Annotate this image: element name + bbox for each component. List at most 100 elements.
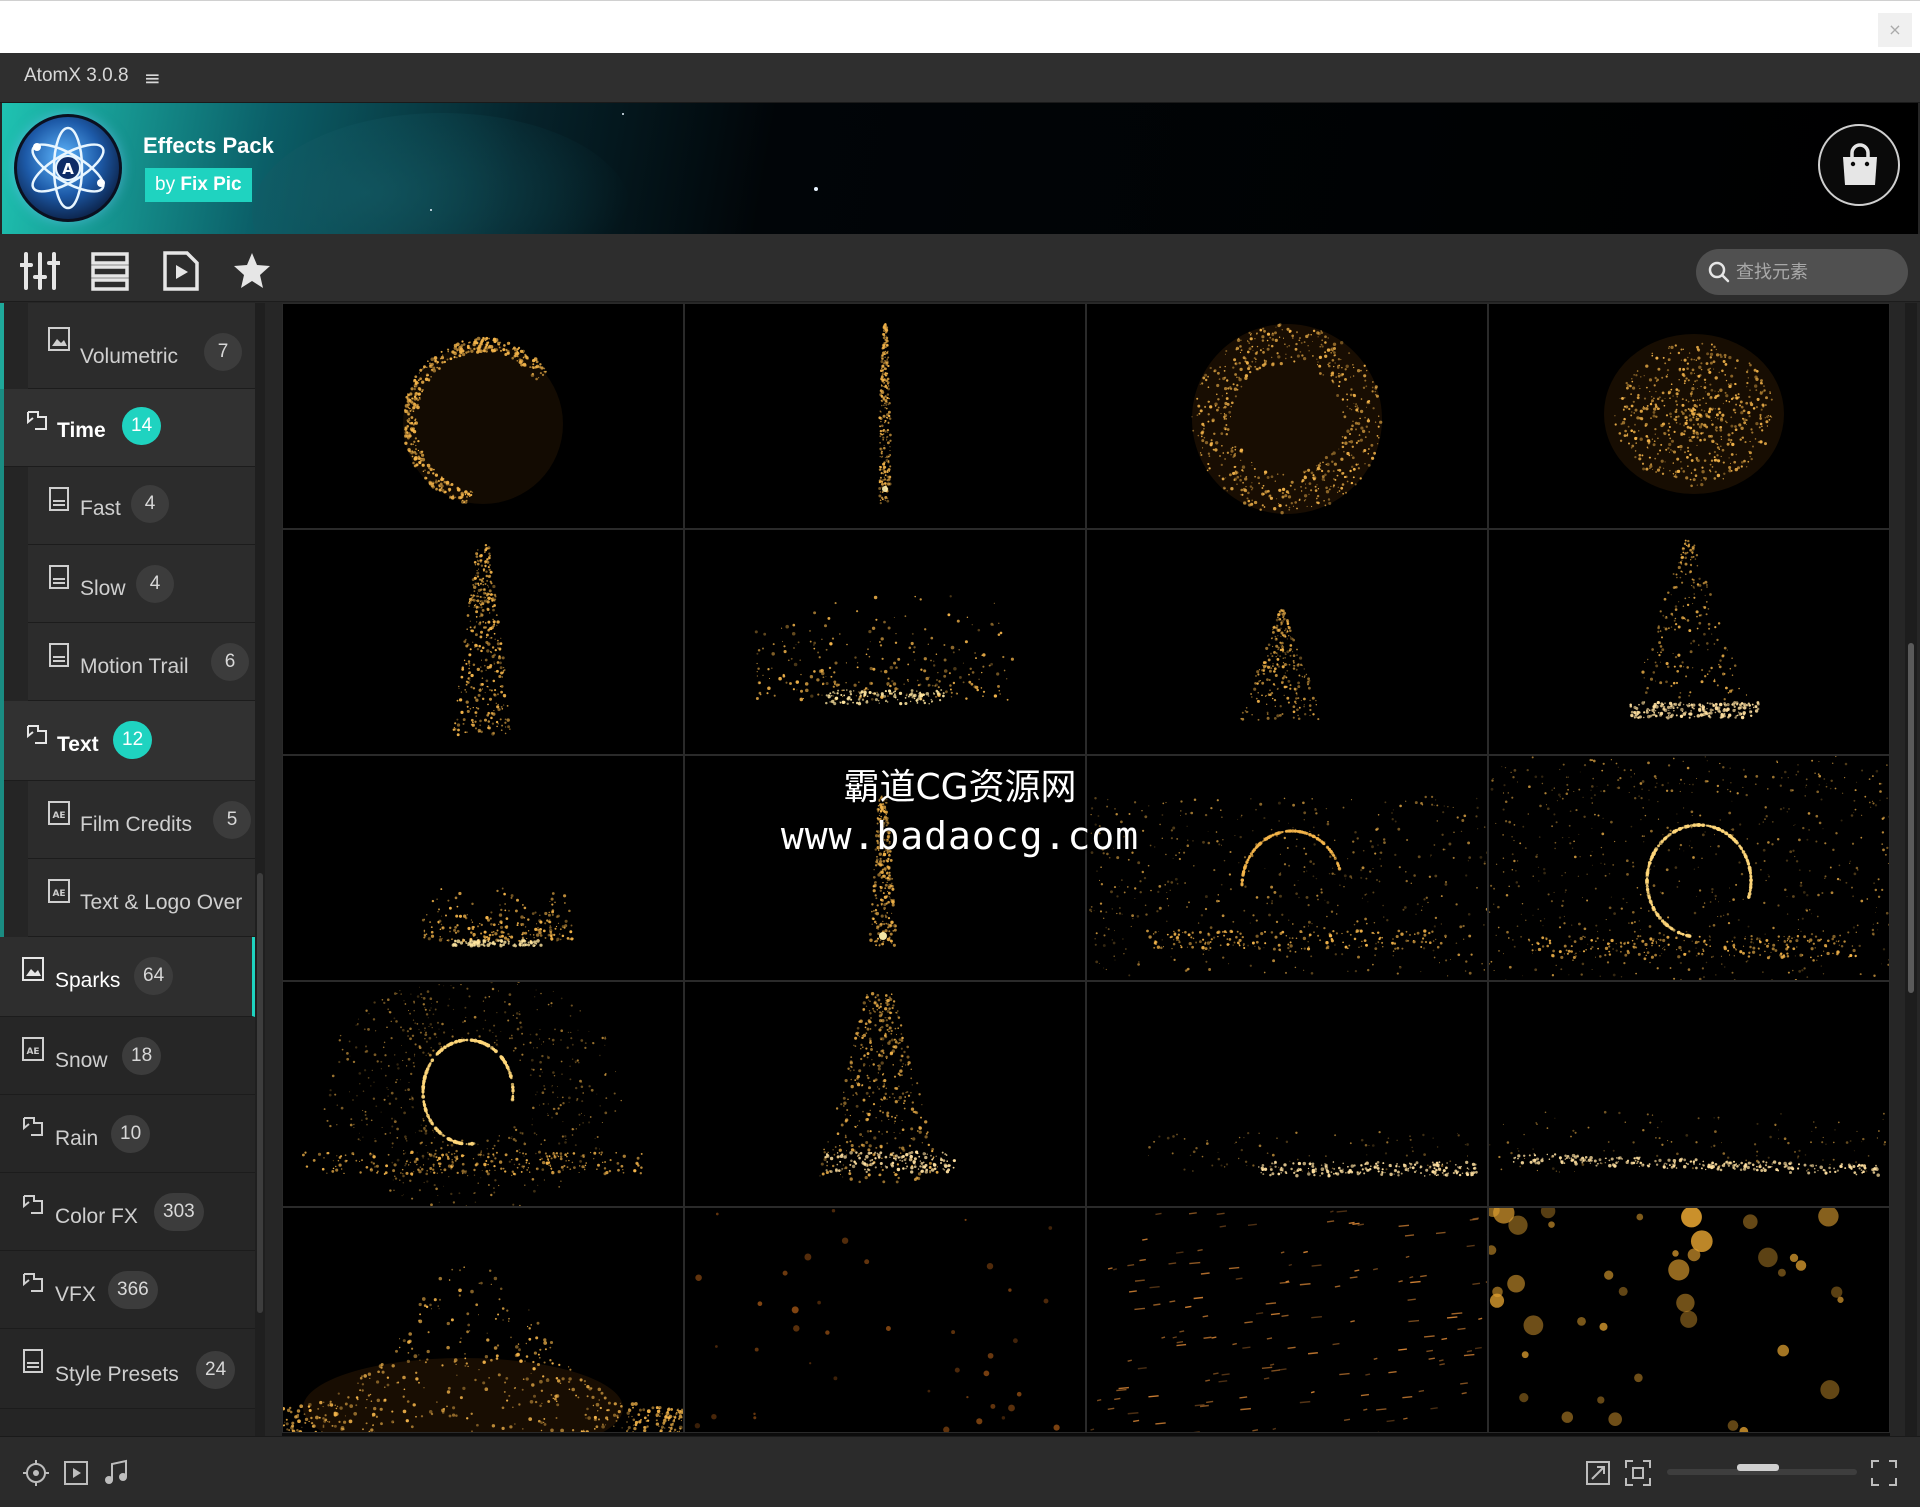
- thumbnail-size-slider[interactable]: [1667, 1464, 1857, 1475]
- bottom-status-bar: [0, 1436, 1920, 1507]
- title-bar: AtomX 3.0.8 ≡: [0, 53, 1920, 103]
- video-file-icon[interactable]: [161, 251, 201, 291]
- effect-thumbnail-spark-ground-streak-long[interactable]: [1488, 981, 1890, 1207]
- list-view-icon[interactable]: [90, 251, 130, 291]
- window-close-button[interactable]: ×: [1878, 13, 1912, 47]
- fit-screen-icon[interactable]: [1624, 1459, 1652, 1487]
- count-badge: 366: [108, 1271, 158, 1309]
- sidebar-item-text[interactable]: Text 12: [4, 701, 255, 781]
- ae-file-icon: AE: [22, 1037, 44, 1061]
- sidebar-item-sparks[interactable]: Sparks 64: [0, 937, 255, 1017]
- sidebar-item-film-credits[interactable]: AE Film Credits 5: [28, 781, 255, 859]
- svg-text:AE: AE: [52, 811, 65, 821]
- watermark-line-1: 霸道CG资源网: [843, 767, 1077, 808]
- search-input[interactable]: [1736, 257, 1896, 287]
- sidebar-item-volumetric[interactable]: Volumetric 7: [28, 303, 255, 389]
- sidebar-item-vfx[interactable]: VFX 366: [0, 1251, 255, 1329]
- count-badge: 24: [196, 1351, 236, 1389]
- slider-knob[interactable]: [1737, 1464, 1779, 1471]
- svg-text:AE: AE: [52, 889, 65, 899]
- sidebar-item-fast[interactable]: Fast 4: [28, 467, 255, 545]
- sidebar-item-time[interactable]: Time 14: [4, 389, 255, 467]
- pack-author-badge[interactable]: by Fix Pic: [145, 168, 252, 202]
- sidebar-item-label: VFX: [55, 1283, 96, 1306]
- ae-file-icon: AE: [48, 801, 70, 825]
- sidebar-item-rain[interactable]: Rain 10: [0, 1095, 255, 1173]
- count-badge: 10: [111, 1115, 151, 1153]
- document-icon: [49, 565, 69, 589]
- effect-thumbnail-spark-fountain-low[interactable]: [1086, 529, 1488, 755]
- spark-ground-scatter-preview: [754, 595, 1014, 706]
- effect-thumbnail-spark-mound[interactable]: [282, 1207, 684, 1433]
- expand-icon[interactable]: [1870, 1459, 1898, 1487]
- folder-icon: [27, 725, 47, 744]
- sidebar-item-label: Sparks: [55, 969, 121, 992]
- target-icon[interactable]: [22, 1459, 50, 1487]
- shopping-bag-icon: [1843, 143, 1877, 185]
- effect-thumbnail-spark-fountain-thin[interactable]: [684, 303, 1086, 529]
- watermark-line-2: www.badaocg.com: [780, 814, 1140, 858]
- effect-thumbnail-spark-swirl-ring[interactable]: [1488, 755, 1890, 981]
- spark-column-preview: [452, 543, 511, 737]
- sidebar-item-snow[interactable]: AE Snow 18: [0, 1017, 255, 1095]
- effect-thumbnail-spark-splash[interactable]: [1488, 529, 1890, 755]
- count-badge: 7: [204, 333, 242, 371]
- effect-thumbnail-spark-ground-scatter[interactable]: [684, 529, 1086, 755]
- effect-thumbnail-spark-burst-tall[interactable]: [684, 981, 1086, 1207]
- sidebar-scrollbar[interactable]: [255, 303, 265, 1436]
- star-decoration: [430, 209, 432, 211]
- sidebar-item-label: Film Credits: [80, 813, 193, 836]
- sidebar-item-label: Text & Logo Over: [80, 891, 243, 914]
- effect-thumbnail-spark-crescent[interactable]: [282, 303, 684, 529]
- pack-banner: A Effects Pack by Fix Pic: [2, 103, 1918, 234]
- category-sidebar: Volumetric 7 Time 14 Fast 4 Slow 4 Motio…: [0, 303, 255, 1436]
- spark-splash-preview: [1629, 539, 1760, 720]
- document-icon: [49, 643, 69, 667]
- resize-icon[interactable]: [1584, 1459, 1612, 1487]
- sliders-icon[interactable]: [20, 251, 60, 291]
- spark-ring-preview: [1191, 323, 1383, 515]
- video-preview-icon[interactable]: [62, 1459, 90, 1487]
- effect-thumbnail-spark-burst[interactable]: [1488, 303, 1890, 529]
- grid-scrollbar[interactable]: [1905, 303, 1917, 1436]
- document-icon: [23, 1349, 43, 1373]
- sidebar-scrollbar-thumb[interactable]: [257, 873, 263, 1313]
- image-icon: [22, 957, 44, 981]
- ae-file-icon: AE: [48, 879, 70, 903]
- sidebar-item-color-fx[interactable]: Color FX 303: [0, 1173, 255, 1251]
- sidebar-item-label: Fast: [80, 497, 121, 520]
- favorites-star-icon[interactable]: [232, 251, 272, 291]
- app-title: AtomX 3.0.8: [24, 65, 129, 86]
- effect-thumbnail-embers-sparse[interactable]: [684, 1207, 1086, 1433]
- folder-icon: [23, 1117, 43, 1136]
- effect-thumbnail-bokeh-embers[interactable]: [1488, 1207, 1890, 1433]
- effect-thumbnail-spark-ring-wide[interactable]: [282, 981, 684, 1207]
- sidebar-item-label: Text: [57, 733, 99, 756]
- grid-scrollbar-thumb[interactable]: [1908, 643, 1914, 993]
- effect-thumbnail-spark-ground-streak[interactable]: [1086, 981, 1488, 1207]
- search-box: [1696, 249, 1908, 295]
- window-top-strip: ×: [0, 0, 1920, 53]
- effect-thumbnail-spark-ground-small[interactable]: [282, 755, 684, 981]
- banner-hill-decoration: [252, 113, 632, 234]
- folder-icon: [23, 1273, 43, 1292]
- count-badge: 303: [154, 1193, 204, 1231]
- effect-thumbnail-spark-ring[interactable]: [1086, 303, 1488, 529]
- embers-streaks-preview: [1090, 1210, 1487, 1432]
- effect-thumbnail-spark-column[interactable]: [282, 529, 684, 755]
- document-icon: [49, 487, 69, 511]
- sidebar-item-motion-trail[interactable]: Motion Trail 6: [28, 623, 255, 701]
- sidebar-item-style-presets[interactable]: Style Presets 24: [0, 1329, 255, 1409]
- spark-ground-streak-long-preview: [1489, 1110, 1886, 1177]
- music-note-icon[interactable]: [102, 1459, 130, 1487]
- spark-ground-streak-preview: [1147, 1130, 1478, 1178]
- sidebar-item-text-logo-overlays[interactable]: AE Text & Logo Over: [28, 859, 255, 937]
- spark-burst-preview: [1604, 334, 1784, 494]
- shop-button[interactable]: [1818, 124, 1900, 206]
- effect-thumbnail-embers-streaks[interactable]: [1086, 1207, 1488, 1433]
- sidebar-item-slow[interactable]: Slow 4: [28, 545, 255, 623]
- sidebar-item-label: Time: [57, 419, 106, 442]
- sidebar-item-label: Slow: [80, 577, 126, 600]
- effects-thumbnail-grid: [282, 303, 1890, 1436]
- hamburger-menu-icon[interactable]: ≡: [144, 66, 161, 90]
